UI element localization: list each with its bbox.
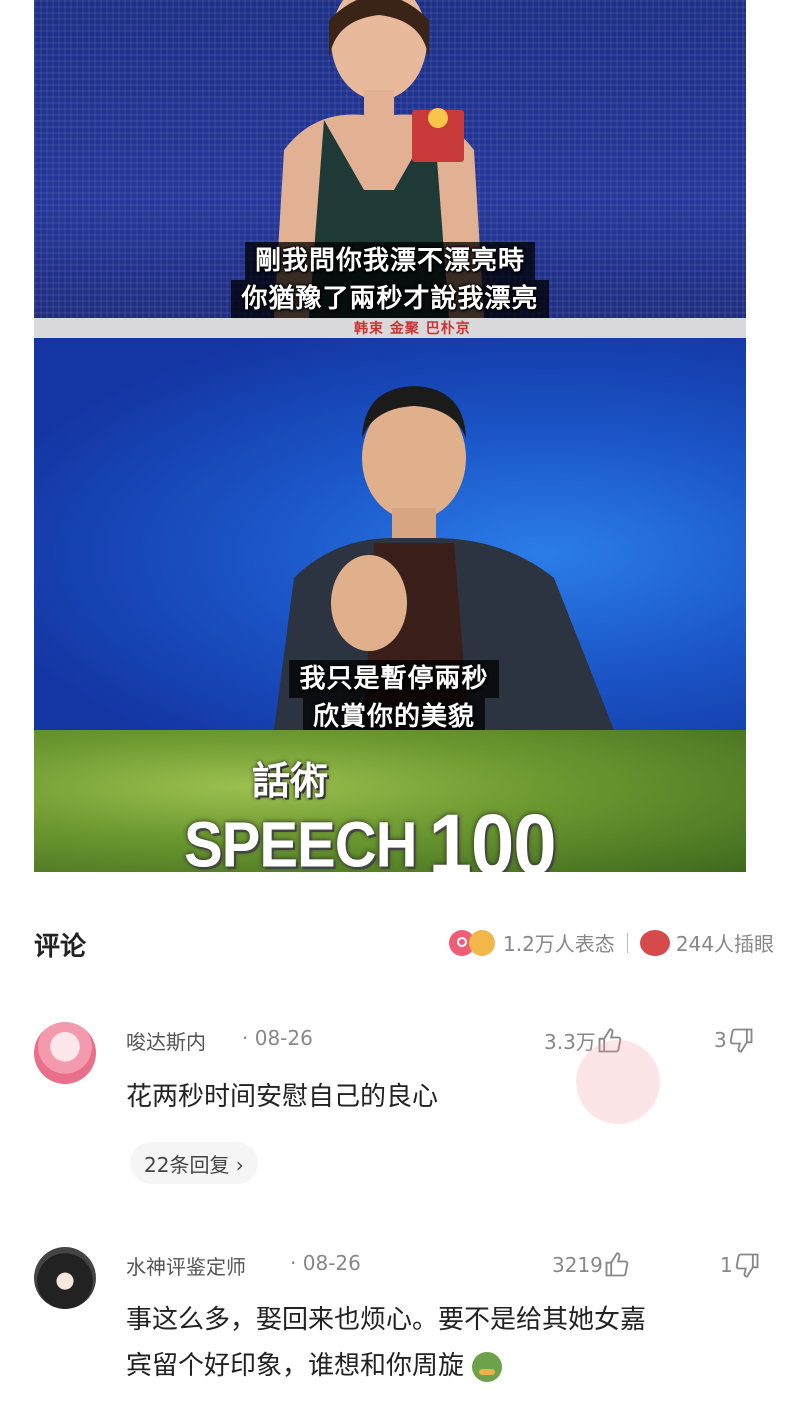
thumbs-reaction-icon bbox=[469, 929, 495, 956]
caption-strip: 韩束 金聚 巴朴京 bbox=[34, 318, 746, 338]
comment-date: · 08-26 bbox=[242, 1026, 313, 1050]
like-count: 3219 bbox=[552, 1253, 603, 1277]
thumbs-up-icon bbox=[605, 1252, 629, 1277]
speech-score: SPEECH 100 bbox=[184, 787, 557, 872]
video-frame-2: 我只是暫停兩秒 欣賞你的美貌 bbox=[34, 338, 746, 730]
dislike-count: 3 bbox=[714, 1028, 727, 1052]
subtitle-1-line-1: 剛我問你我漂不漂亮時 bbox=[244, 242, 535, 280]
avatar[interactable] bbox=[34, 1247, 96, 1309]
dislike-button[interactable]: 3 bbox=[714, 1026, 755, 1054]
comment-username[interactable]: 唆达斯内 bbox=[126, 1026, 206, 1055]
speech-banner: 話術 SPEECH 100 bbox=[34, 730, 746, 872]
comment-item: 唆达斯内 · 08-26 3.3万 3 花两秒时间安慰自己的良心 22条回复 › bbox=[34, 1022, 774, 1192]
caption-strip-text: 韩束 金聚 巴朴京 bbox=[354, 321, 471, 337]
eye-count: 244人插眼 bbox=[675, 932, 774, 956]
reaction-count: 1.2万人表态 bbox=[503, 932, 615, 956]
divider bbox=[626, 932, 628, 953]
subtitle-2: 我只是暫停兩秒 欣賞你的美貌 bbox=[244, 660, 544, 730]
avatar[interactable] bbox=[34, 1022, 96, 1084]
comment-item: 水神评鉴定师 · 08-26 3219 1 事这么多，娶回来也烦心。要不是给其她… bbox=[34, 1247, 774, 1407]
comment-text: 花两秒时间安慰自己的良心 bbox=[126, 1082, 439, 1112]
view-replies-button[interactable]: 22条回复 › bbox=[130, 1142, 258, 1184]
reaction-summary[interactable]: 1.2万人表态 244人插眼 bbox=[449, 928, 774, 957]
eyes-icon bbox=[639, 929, 670, 956]
comment-date: · 08-26 bbox=[290, 1251, 361, 1275]
dislike-count: 1 bbox=[720, 1253, 733, 1277]
thumbs-down-icon bbox=[729, 1028, 753, 1053]
video-frame-1: 剛我問你我漂不漂亮時 你猶豫了兩秒才說我漂亮 韩束 金聚 巴朴京 bbox=[34, 0, 746, 338]
comments-header: 评论 1.2万人表态 244人插眼 bbox=[34, 922, 774, 968]
comment-text-line-2: 宾留个好印象，谁想和你周旋 bbox=[126, 1351, 465, 1381]
thumbs-down-icon bbox=[735, 1253, 759, 1278]
score-value: 100 bbox=[428, 795, 557, 872]
dislike-button[interactable]: 1 bbox=[720, 1251, 761, 1279]
watermark-stamp bbox=[576, 1040, 660, 1124]
comment-text: 事这么多，娶回来也烦心。要不是给其她女嘉 宾留个好印象，谁想和你周旋 bbox=[126, 1297, 646, 1389]
subtitle-2-line-1: 我只是暫停兩秒 bbox=[289, 660, 499, 698]
comment-username[interactable]: 水神评鉴定师 bbox=[126, 1251, 246, 1280]
comments-title: 评论 bbox=[34, 932, 87, 962]
subtitle-2-line-2: 欣賞你的美貌 bbox=[302, 698, 485, 730]
subtitle-1: 剛我問你我漂不漂亮時 你猶豫了兩秒才說我漂亮 bbox=[34, 242, 746, 318]
comment-text-line-1: 事这么多，娶回来也烦心。要不是给其她女嘉 bbox=[126, 1305, 647, 1335]
speech-label: SPEECH bbox=[184, 809, 418, 872]
subtitle-1-line-2: 你猶豫了兩秒才說我漂亮 bbox=[231, 280, 549, 318]
like-button[interactable]: 3219 bbox=[552, 1251, 631, 1279]
sick-face-emoji-icon bbox=[472, 1351, 503, 1382]
